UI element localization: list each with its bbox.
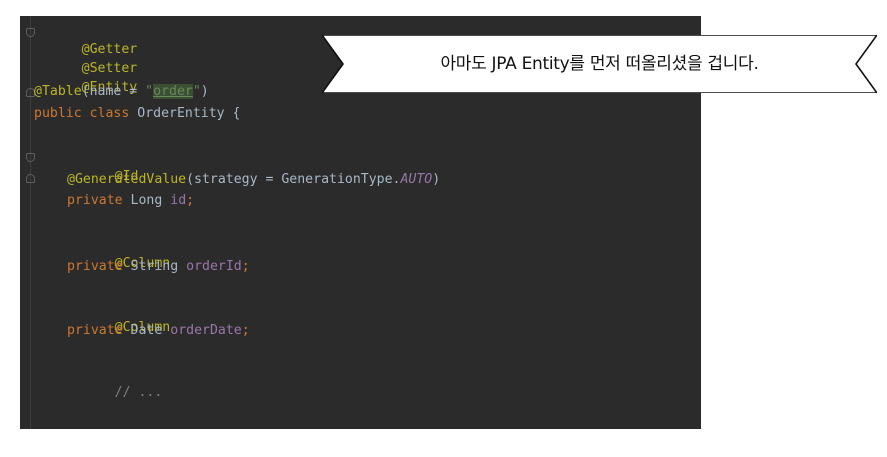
- type-date: Date: [130, 323, 163, 338]
- code-line: @Setter: [34, 42, 138, 76]
- code-line: @Table(name = "order"): [34, 83, 209, 101]
- table-quote-close: ": [192, 84, 201, 99]
- code-line: private Date orderDate;: [67, 322, 250, 340]
- keyword-private: private: [67, 323, 123, 338]
- semicolon: ;: [186, 193, 195, 208]
- generated-value-close: ): [432, 172, 441, 187]
- keyword-class: class: [89, 106, 130, 121]
- code-line: // ...: [67, 366, 163, 400]
- field-order-date: orderDate: [170, 323, 242, 338]
- closing-brace: }: [82, 428, 90, 429]
- type-string: String: [130, 259, 179, 274]
- field-order-id: orderId: [186, 259, 242, 274]
- table-name-string: order: [153, 84, 193, 99]
- table-args-open: (name =: [81, 84, 146, 99]
- code-line: @GeneratedValue(strategy = GenerationTyp…: [67, 171, 440, 189]
- class-name: OrderEntity {: [137, 106, 241, 121]
- annotation-table: @Table: [34, 84, 82, 99]
- keyword-private: private: [67, 259, 123, 274]
- code-line: }: [34, 409, 90, 429]
- annotation-generated-value: @GeneratedValue: [67, 172, 187, 187]
- semicolon: ;: [241, 323, 250, 338]
- banner-text: 아마도 JPA Entity를 먼저 떠올리셨을 겁니다.: [440, 54, 759, 74]
- code-line: @Column: [67, 301, 171, 335]
- keyword-public: public: [34, 106, 82, 121]
- type-long: Long: [130, 193, 163, 208]
- table-quote-open: ": [145, 84, 154, 99]
- generation-type-auto: AUTO: [400, 172, 433, 187]
- code-line: @Id: [67, 150, 139, 184]
- caption-banner: 아마도 JPA Entity를 먼저 떠올리셨을 겁니다.: [322, 35, 877, 93]
- generated-value-args: (strategy = GenerationType.: [186, 172, 401, 187]
- code-line: public class OrderEntity {: [34, 105, 240, 123]
- code-line: private Long id;: [67, 192, 194, 210]
- field-id: id: [170, 193, 187, 208]
- code-line: @Getter: [34, 23, 138, 57]
- code-line: @Entity: [34, 61, 138, 95]
- table-args-close: ): [200, 84, 209, 99]
- keyword-private: private: [67, 193, 123, 208]
- semicolon: ;: [241, 259, 250, 274]
- code-line: private String orderId;: [67, 258, 250, 276]
- code-line: @Column: [67, 237, 171, 271]
- code-comment: // ...: [114, 385, 163, 400]
